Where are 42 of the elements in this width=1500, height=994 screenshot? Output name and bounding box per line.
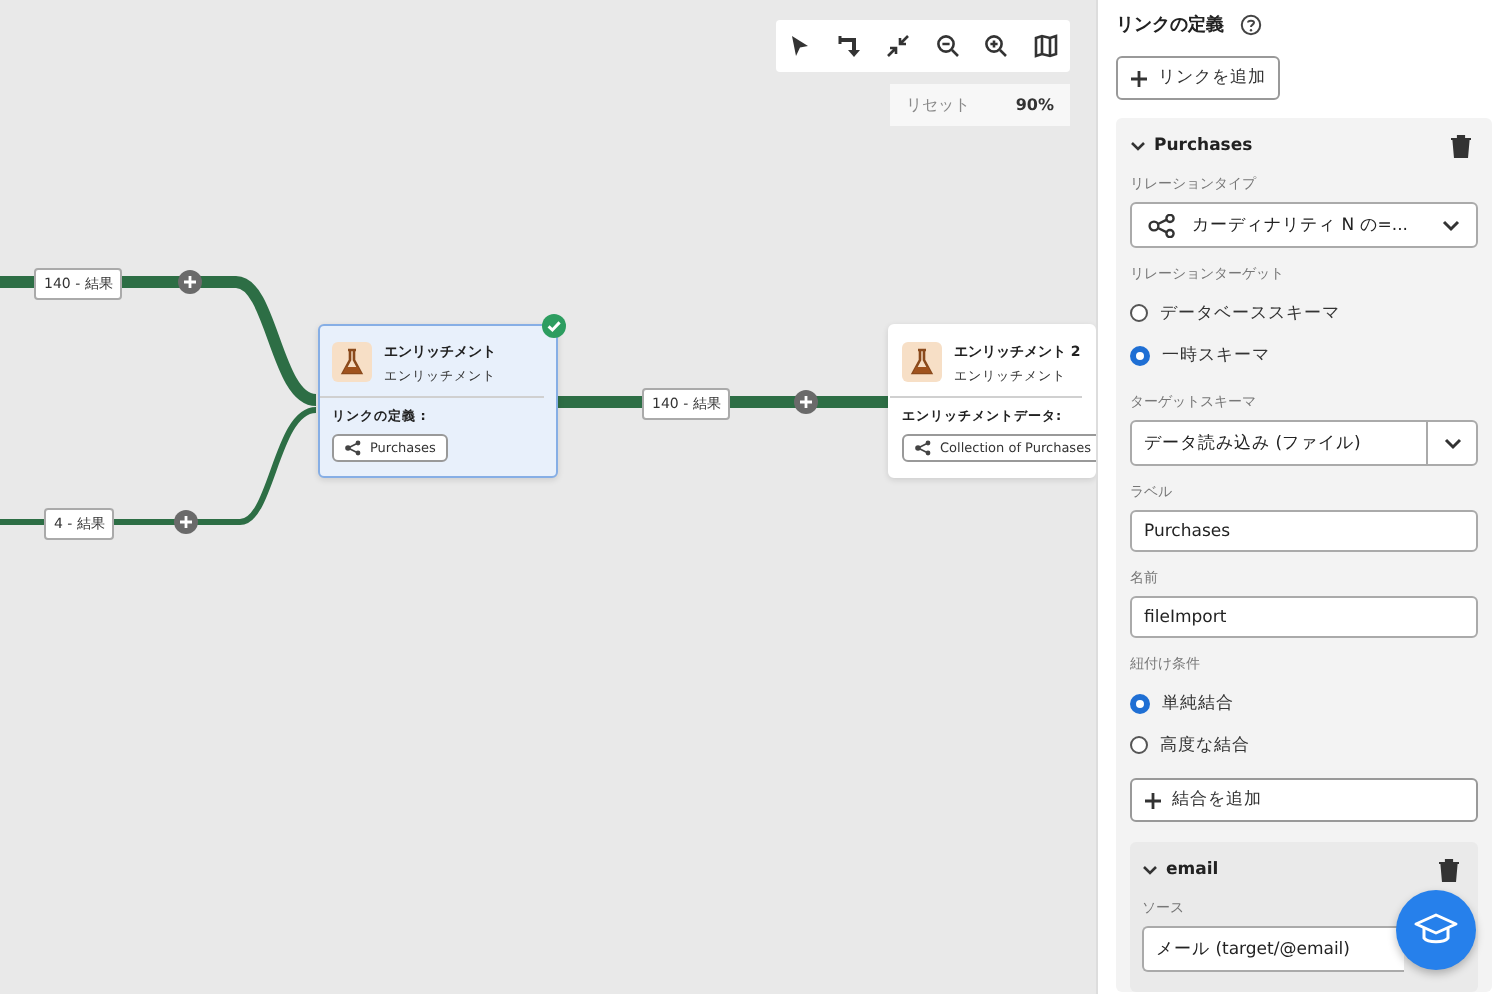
turn-arrow-icon[interactable] <box>837 34 862 58</box>
add-activity-button[interactable] <box>794 390 818 414</box>
delete-icon[interactable] <box>1450 134 1472 158</box>
target-schema-dropdown[interactable]: データ読み込み (ファイル) <box>1130 420 1478 466</box>
zoom-in-icon[interactable] <box>984 34 1009 58</box>
source-dropdown[interactable]: メール (target/@email) <box>1142 926 1404 972</box>
graduation-cap-icon <box>1414 912 1458 948</box>
plus-icon <box>178 514 194 530</box>
add-link-button[interactable]: リンクを追加 <box>1116 56 1280 100</box>
zoom-out-icon[interactable] <box>935 34 960 58</box>
chevron-icon <box>1142 862 1158 878</box>
chevron-icon <box>1443 437 1461 449</box>
share-icon <box>344 440 362 456</box>
share-icon <box>914 440 932 456</box>
panel-title: リンクの定義 <box>1116 12 1224 38</box>
help-icon[interactable] <box>1240 14 1262 36</box>
plus-icon <box>1144 791 1162 809</box>
map-icon[interactable] <box>1033 34 1058 58</box>
share-icon <box>1148 213 1176 237</box>
chevron-icon <box>1130 138 1146 154</box>
add-activity-button[interactable] <box>174 510 198 534</box>
zoom-value: 90% <box>1015 96 1054 114</box>
link-name-toggle[interactable]: Purchases <box>1130 136 1253 156</box>
name-input[interactable]: fileImport <box>1130 596 1478 638</box>
flask-icon <box>902 342 942 382</box>
plus-icon <box>1130 69 1148 87</box>
radio-option[interactable]: データベーススキーマ <box>1130 292 1478 334</box>
radio-option[interactable]: 高度な結合 <box>1130 724 1478 766</box>
radio-option[interactable]: 一時スキーマ <box>1130 334 1478 376</box>
delete-icon[interactable] <box>1438 858 1460 882</box>
radio-option[interactable]: 単純結合 <box>1130 682 1478 724</box>
add-join-button[interactable]: 結合を追加 <box>1130 778 1478 822</box>
add-activity-button[interactable] <box>178 270 202 294</box>
pointer-icon[interactable] <box>788 34 813 58</box>
plus-icon <box>182 274 198 290</box>
plus-icon <box>798 394 814 410</box>
flask-icon <box>332 342 372 382</box>
collapse-icon[interactable] <box>886 34 911 58</box>
chevron-icon <box>1442 219 1460 231</box>
join-name-toggle[interactable]: email <box>1142 860 1219 880</box>
relation-type-dropdown[interactable]: カーディナリティ N の=... <box>1130 202 1478 248</box>
label-input[interactable]: Purchases <box>1130 510 1478 552</box>
